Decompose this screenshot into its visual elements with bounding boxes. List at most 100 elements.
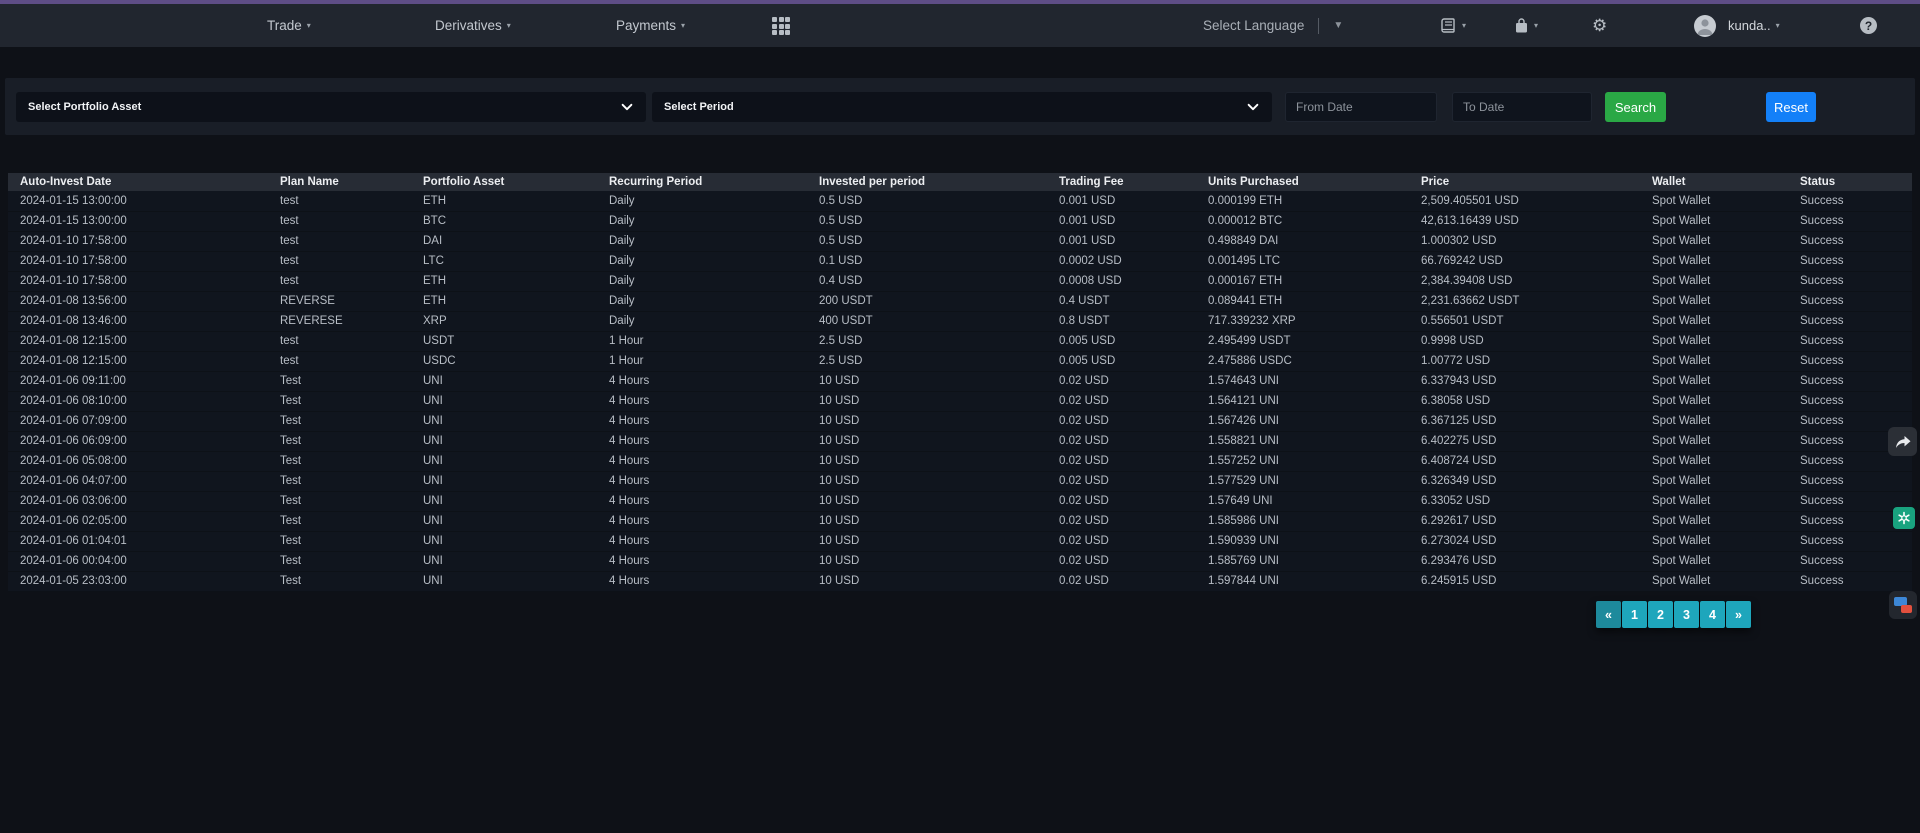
table-cell: Spot Wallet — [1640, 291, 1788, 311]
table-row: 2024-01-10 17:58:00testLTCDaily0.1 USD0.… — [8, 251, 1912, 271]
settings-button[interactable]: ⚙ — [1592, 4, 1607, 47]
table-row: 2024-01-15 13:00:00testBTCDaily0.5 USD0.… — [8, 211, 1912, 231]
table-cell: UNI — [411, 531, 597, 551]
pagination-page-4[interactable]: 4 — [1700, 601, 1725, 628]
table-cell: 2.5 USD — [807, 351, 1047, 371]
table-cell: 0.498849 DAI — [1196, 231, 1409, 251]
apps-grid-icon[interactable] — [772, 17, 790, 35]
table-cell: 1.577529 UNI — [1196, 471, 1409, 491]
pagination-page-1[interactable]: 1 — [1622, 601, 1647, 628]
help-icon: ? — [1860, 17, 1877, 34]
table-cell: 0.0002 USD — [1047, 251, 1196, 271]
table-cell: Spot Wallet — [1640, 491, 1788, 511]
table-cell: test — [268, 331, 411, 351]
table-cell: Spot Wallet — [1640, 411, 1788, 431]
table-cell: 0.556501 USDT — [1409, 311, 1640, 331]
table-cell: UNI — [411, 391, 597, 411]
table-cell: Test — [268, 531, 411, 551]
from-date-input[interactable] — [1285, 92, 1437, 122]
pagination-page-2[interactable]: 2 — [1648, 601, 1673, 628]
table-cell: 1.590939 UNI — [1196, 531, 1409, 551]
table-cell: BTC — [411, 211, 597, 231]
share-icon[interactable] — [1888, 427, 1917, 456]
user-menu[interactable]: kunda.. ▾ — [1694, 4, 1780, 47]
chat-bubbles-icon[interactable] — [1889, 591, 1917, 619]
chatgpt-icon[interactable] — [1893, 507, 1915, 529]
table-cell: 0.000199 ETH — [1196, 191, 1409, 211]
language-label: Select Language — [1203, 18, 1304, 33]
table-row: 2024-01-08 13:46:00REVERESEXRPDaily400 U… — [8, 311, 1912, 331]
portfolio-asset-select[interactable]: Select Portfolio Asset — [16, 92, 646, 122]
chevron-down-icon: ▾ — [1534, 22, 1538, 30]
table-cell: ETH — [411, 291, 597, 311]
table-cell: 0.02 USD — [1047, 371, 1196, 391]
table-row: 2024-01-06 02:05:00TestUNI4 Hours10 USD0… — [8, 511, 1912, 531]
table-cell: 400 USDT — [807, 311, 1047, 331]
table-cell: test — [268, 351, 411, 371]
table-cell: Daily — [597, 211, 807, 231]
table-cell: test — [268, 271, 411, 291]
wallet-bag-menu[interactable]: ▾ — [1513, 4, 1538, 47]
chevron-down-icon: ▾ — [1776, 22, 1780, 30]
column-header-auto-invest-date: Auto-Invest Date — [8, 173, 268, 191]
table-cell: Spot Wallet — [1640, 511, 1788, 531]
menu-derivatives[interactable]: Derivatives▾ — [435, 4, 511, 47]
table-cell: Daily — [597, 311, 807, 331]
table-row: 2024-01-10 17:58:00testETHDaily0.4 USD0.… — [8, 271, 1912, 291]
pagination-page-3[interactable]: 3 — [1674, 601, 1699, 628]
table-row: 2024-01-08 13:56:00REVERSEETHDaily200 US… — [8, 291, 1912, 311]
table-cell: 2024-01-10 17:58:00 — [8, 231, 268, 251]
period-select[interactable]: Select Period — [652, 92, 1272, 122]
table-cell: Test — [268, 451, 411, 471]
table-cell: 200 USDT — [807, 291, 1047, 311]
table-cell: Success — [1788, 351, 1912, 371]
table-cell: 0.02 USD — [1047, 491, 1196, 511]
gear-icon: ⚙ — [1592, 16, 1607, 36]
table-cell: 1 Hour — [597, 351, 807, 371]
help-button[interactable]: ? — [1860, 4, 1877, 47]
table-cell: 2024-01-06 02:05:00 — [8, 511, 268, 531]
table-cell: Success — [1788, 231, 1912, 251]
table-cell: Daily — [597, 251, 807, 271]
table-row: 2024-01-10 17:58:00testDAIDaily0.5 USD0.… — [8, 231, 1912, 251]
chevron-down-icon — [1246, 100, 1260, 114]
menu-label: Trade — [267, 18, 302, 33]
table-row: 2024-01-06 06:09:00TestUNI4 Hours10 USD0… — [8, 431, 1912, 451]
table-cell: 0.1 USD — [807, 251, 1047, 271]
table-cell: Test — [268, 511, 411, 531]
table-cell: Success — [1788, 331, 1912, 351]
table-cell: 1.574643 UNI — [1196, 371, 1409, 391]
table-cell: Spot Wallet — [1640, 371, 1788, 391]
pagination-prev-button[interactable]: « — [1596, 601, 1621, 628]
search-button[interactable]: Search — [1605, 92, 1666, 122]
table-cell: 6.408724 USD — [1409, 451, 1640, 471]
table-row: 2024-01-06 00:04:00TestUNI4 Hours10 USD0… — [8, 551, 1912, 571]
table-cell: 2024-01-10 17:58:00 — [8, 251, 268, 271]
table-row: 2024-01-05 23:03:00TestUNI4 Hours10 USD0… — [8, 571, 1912, 591]
to-date-input[interactable] — [1452, 92, 1592, 122]
table-cell: ETH — [411, 271, 597, 291]
table-row: 2024-01-06 09:11:00TestUNI4 Hours10 USD0… — [8, 371, 1912, 391]
table-cell: Spot Wallet — [1640, 251, 1788, 271]
column-header-portfolio-asset: Portfolio Asset — [411, 173, 597, 191]
menu-trade[interactable]: Trade▾ — [267, 4, 311, 47]
table-cell: Spot Wallet — [1640, 271, 1788, 291]
table-cell: 10 USD — [807, 471, 1047, 491]
table-cell: Success — [1788, 271, 1912, 291]
table-cell: UNI — [411, 511, 597, 531]
table-cell: 2024-01-06 03:06:00 — [8, 491, 268, 511]
reset-button[interactable]: Reset — [1766, 92, 1816, 122]
table-cell: UNI — [411, 471, 597, 491]
language-selector[interactable]: Select Language ▼ — [1203, 4, 1343, 47]
table-cell: 10 USD — [807, 511, 1047, 531]
menu-payments[interactable]: Payments▾ — [616, 4, 685, 47]
orders-book-menu[interactable]: ▾ — [1440, 4, 1466, 47]
chevron-down-icon: ▾ — [681, 22, 685, 30]
table-row: 2024-01-06 08:10:00TestUNI4 Hours10 USD0… — [8, 391, 1912, 411]
table-cell: 0.4 USD — [807, 271, 1047, 291]
table-cell: Success — [1788, 551, 1912, 571]
pagination-next-button[interactable]: » — [1726, 601, 1751, 628]
table-cell: 10 USD — [807, 411, 1047, 431]
table-cell: 2024-01-08 12:15:00 — [8, 331, 268, 351]
table-cell: 1.585986 UNI — [1196, 511, 1409, 531]
